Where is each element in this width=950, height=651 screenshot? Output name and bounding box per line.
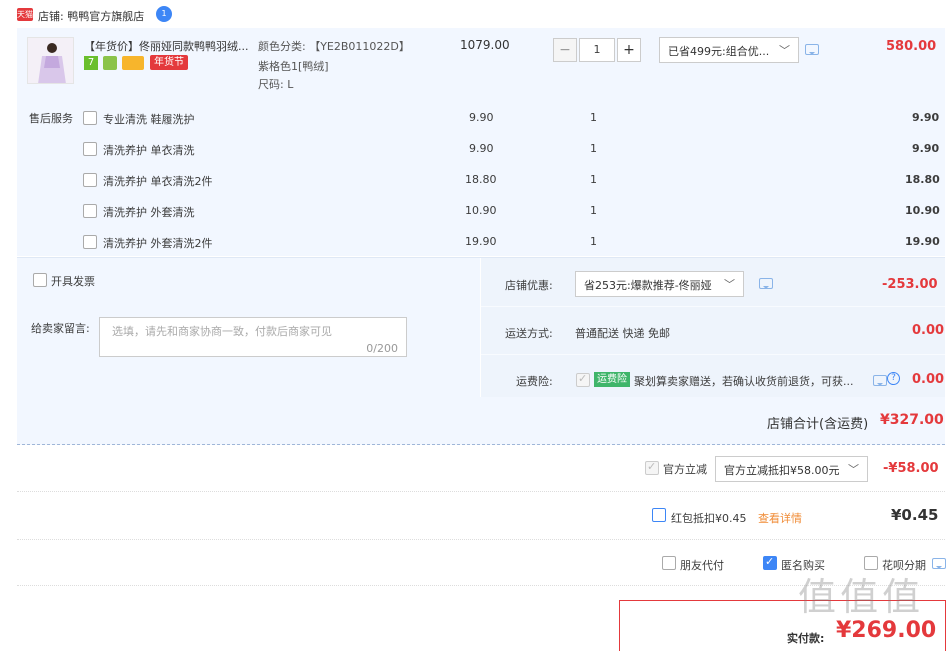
- service-name: 清洗养护 外套清洗: [103, 206, 195, 219]
- quantity-plus-button[interactable]: +: [617, 38, 641, 62]
- card-icon: [122, 56, 144, 70]
- service-checkbox[interactable]: [83, 235, 97, 249]
- service-qty: 1: [590, 204, 597, 217]
- official-discount-checkbox: [645, 460, 659, 475]
- guarantee-icon: [103, 56, 117, 70]
- product-promo-text: 已省499元:组合优...: [668, 45, 770, 58]
- quantity-input[interactable]: 1: [579, 38, 615, 62]
- service-name: 清洗养护 单衣清洗2件: [103, 175, 213, 188]
- service-qty: 1: [590, 173, 597, 186]
- official-discount-text: 官方立减抵扣¥58.00元: [724, 464, 840, 477]
- actual-pay-amount: ¥269.00: [836, 618, 937, 643]
- friend-pay-label: 朋友代付: [680, 559, 724, 572]
- service-price: 9.90: [469, 142, 494, 155]
- divider: [17, 491, 945, 492]
- chevron-down-icon: ﹀: [779, 44, 790, 57]
- store-discount-select[interactable]: 省253元:爆款推荐-佟丽娅 ﹀: [575, 271, 744, 297]
- service-total: 9.90: [912, 111, 940, 124]
- shipping-label: 运送方式:: [505, 327, 553, 340]
- row-divider: [481, 354, 945, 355]
- chat-icon[interactable]: [759, 278, 773, 289]
- product-thumbnail[interactable]: [27, 37, 74, 84]
- unit-price: 1079.00: [460, 38, 510, 52]
- divider: [17, 539, 945, 540]
- service-price: 10.90: [465, 204, 497, 217]
- insurance-text: 聚划算卖家赠送，若确认收货前退货，可获...: [634, 375, 854, 388]
- spec-color-2: 紫格色1[鸭绒]: [258, 60, 329, 73]
- after-sales-label: 售后服务: [29, 112, 73, 125]
- store-discount-text: 省253元:爆款推荐-佟丽娅: [584, 279, 712, 292]
- message-placeholder: 选填，请先和商家协商一致，付款后商家可见: [112, 325, 332, 338]
- chevron-down-icon: ﹀: [724, 278, 735, 291]
- product-total: 580.00: [886, 39, 937, 54]
- message-textarea[interactable]: 选填，请先和商家协商一致，付款后商家可见 0/200: [99, 317, 407, 357]
- official-discount-label: 官方立减: [663, 463, 707, 476]
- actual-pay-label: 实付款:: [787, 632, 825, 645]
- store-message-count[interactable]: 1: [156, 6, 172, 22]
- quantity-minus-button[interactable]: −: [553, 38, 577, 62]
- chevron-down-icon: ﹀: [848, 463, 859, 476]
- seven-day-icon: 7: [84, 56, 98, 70]
- sale-tag: 年货节: [150, 55, 188, 70]
- official-discount-amount: -¥58.00: [883, 461, 939, 476]
- service-qty: 1: [590, 235, 597, 248]
- invoice-label: 开具发票: [51, 275, 95, 288]
- service-name: 专业清洗 鞋履洗护: [103, 113, 195, 126]
- invoice-checkbox[interactable]: [33, 273, 47, 287]
- service-checkbox[interactable]: [83, 204, 97, 218]
- official-discount-select[interactable]: 官方立减抵扣¥58.00元 ﹀: [715, 456, 868, 482]
- service-name: 清洗养护 单衣清洗: [103, 144, 195, 157]
- service-total: 18.80: [905, 173, 940, 186]
- service-qty: 1: [590, 111, 597, 124]
- service-name: 清洗养护 外套清洗2件: [103, 237, 213, 250]
- service-checkbox[interactable]: [83, 111, 97, 125]
- friend-pay-checkbox[interactable]: [662, 556, 676, 570]
- service-total: 10.90: [905, 204, 940, 217]
- red-packet-checkbox[interactable]: [652, 508, 666, 522]
- message-label: 给卖家留言:: [31, 322, 90, 335]
- chat-icon[interactable]: [873, 375, 887, 386]
- store-total-label: 店铺合计(含运费): [767, 417, 869, 432]
- shipping-amount: 0.00: [912, 323, 945, 338]
- red-packet-details-link[interactable]: 查看详情: [758, 510, 802, 526]
- red-packet-amount: ¥0.45: [891, 506, 939, 524]
- chat-icon[interactable]: [805, 44, 819, 55]
- service-price: 9.90: [469, 111, 494, 124]
- store-discount-amount: -253.00: [882, 277, 938, 292]
- spec-size: 尺码: L: [258, 78, 294, 91]
- product-title[interactable]: 【年货价】佟丽娅同款鸭鸭羽绒...: [84, 38, 249, 54]
- watermark-logo: 值 值 值: [798, 575, 920, 619]
- product-image-icon: [38, 43, 66, 83]
- red-packet-label: 红包抵扣¥0.45: [671, 512, 747, 525]
- service-checkbox[interactable]: [83, 173, 97, 187]
- help-icon[interactable]: ?: [887, 372, 900, 385]
- store-total-amount: ¥327.00: [880, 412, 944, 428]
- chat-icon[interactable]: [932, 558, 946, 569]
- message-counter: 0/200: [366, 342, 398, 355]
- row-divider: [481, 306, 945, 307]
- service-price: 19.90: [465, 235, 497, 248]
- insurance-badge: 运费险: [594, 372, 630, 387]
- insurance-amount: 0.00: [912, 372, 945, 387]
- insurance-label: 运费险:: [516, 375, 553, 388]
- shipping-value: 普通配送 快递 免邮: [575, 327, 670, 340]
- service-total: 19.90: [905, 235, 940, 248]
- service-total: 9.90: [912, 142, 940, 155]
- store-discount-label: 店铺优惠:: [505, 279, 553, 292]
- service-qty: 1: [590, 142, 597, 155]
- spec-color: 颜色分类: 【YE2B011022D】: [258, 40, 410, 53]
- service-price: 18.80: [465, 173, 497, 186]
- store-name[interactable]: 店铺: 鸭鸭官方旗舰店: [38, 8, 144, 24]
- service-checkbox[interactable]: [83, 142, 97, 156]
- insurance-checkbox: [576, 372, 590, 387]
- product-promo-select[interactable]: 已省499元:组合优... ﹀: [659, 37, 799, 63]
- anonymous-checkbox[interactable]: [763, 555, 777, 570]
- store-badge: 天猫: [17, 8, 33, 21]
